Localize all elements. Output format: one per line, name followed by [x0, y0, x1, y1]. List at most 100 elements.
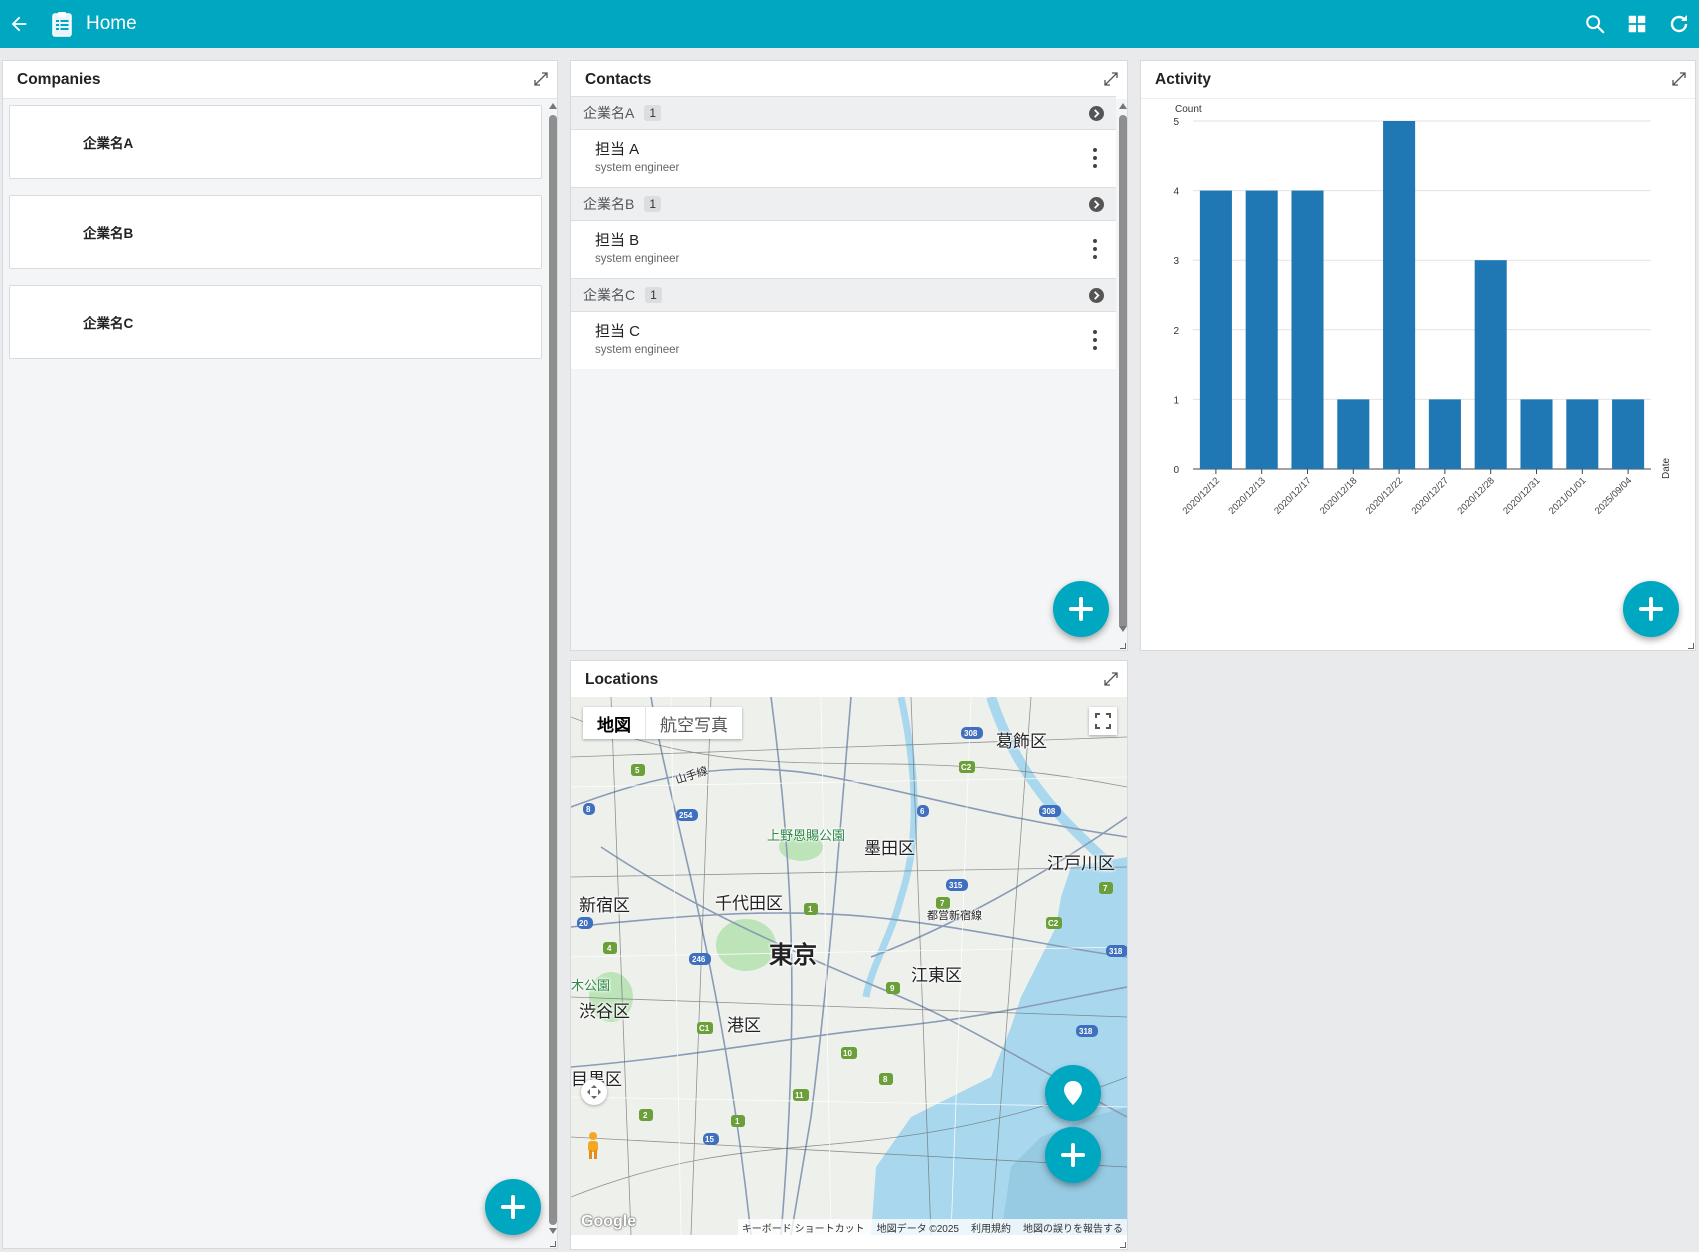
back-button[interactable] — [4, 9, 34, 39]
contact-name: 担当 A — [595, 141, 640, 158]
refresh-button[interactable] — [1665, 10, 1693, 38]
chevron-right-icon[interactable] — [1089, 197, 1104, 212]
group-header[interactable]: 企業名B 1 — [571, 187, 1116, 221]
expand-icon[interactable] — [1671, 71, 1687, 87]
fullscreen-button[interactable] — [1089, 707, 1117, 735]
company-card[interactable]: 企業名C — [9, 285, 542, 359]
group-count-badge: 1 — [645, 287, 662, 303]
locations-panel: Locations 308 308 315 318 318 254 246 5 … — [570, 660, 1128, 1250]
keyboard-shortcuts-link[interactable]: キーボード ショートカット — [742, 1220, 865, 1235]
report-error-link[interactable]: 地図の誤りを報告する — [1023, 1220, 1123, 1235]
svg-text:308: 308 — [1042, 807, 1056, 816]
more-vert-icon[interactable] — [1092, 148, 1098, 168]
more-vert-icon[interactable] — [1092, 239, 1098, 259]
more-vert-icon[interactable] — [1092, 330, 1098, 350]
x-tick-label: 2020/12/18 — [1318, 475, 1359, 516]
svg-text:10: 10 — [843, 1049, 852, 1058]
map-footer: キーボード ショートカット 地図データ ©2025 利用規約 地図の誤りを報告す… — [737, 1219, 1127, 1235]
map-view[interactable]: 308 308 315 318 318 254 246 5 4 1 7 7 9 … — [571, 697, 1127, 1235]
svg-text:C2: C2 — [961, 763, 972, 772]
group-header[interactable]: 企業名C 1 — [571, 278, 1116, 312]
scroll-down-arrow[interactable] — [549, 1228, 557, 1234]
plus-icon — [1061, 1143, 1085, 1167]
scroll-down-arrow[interactable] — [1119, 626, 1127, 632]
dashboard-button[interactable] — [1623, 10, 1651, 38]
contacts-panel: Contacts 企業名A 1 担当 A system engineer 企業名… — [570, 60, 1128, 651]
contact-row[interactable]: 担当 B system engineer — [571, 221, 1116, 278]
svg-text:254: 254 — [679, 811, 693, 820]
resize-handle[interactable] — [550, 1241, 556, 1247]
pegman-icon[interactable] — [581, 1129, 605, 1163]
bar — [1428, 399, 1461, 469]
x-tick-label: 2020/12/12 — [1181, 475, 1222, 516]
company-card[interactable]: 企業名B — [9, 195, 542, 269]
add-contact-button[interactable] — [1053, 581, 1109, 637]
resize-handle[interactable] — [1688, 643, 1694, 649]
map-pin-icon — [1064, 1081, 1082, 1105]
contact-role: system engineer — [595, 344, 680, 356]
add-location-button[interactable] — [1045, 1127, 1101, 1183]
svg-text:315: 315 — [949, 881, 963, 890]
group-count-badge: 1 — [644, 105, 662, 121]
svg-text:20: 20 — [579, 919, 588, 928]
expand-icon[interactable] — [1103, 71, 1119, 87]
app-header: Home — [0, 0, 1699, 48]
contact-row[interactable]: 担当 C system engineer — [571, 312, 1116, 369]
y-tick-label: 2 — [1173, 326, 1179, 337]
page-title: Home — [86, 13, 137, 34]
move-arrows-icon — [587, 1085, 601, 1099]
contact-group: 企業名B 1 担当 B system engineer — [571, 187, 1116, 278]
activity-title: Activity — [1141, 61, 1695, 99]
svg-text:C1: C1 — [699, 1024, 710, 1033]
map-canvas: 308 308 315 318 318 254 246 5 4 1 7 7 9 … — [571, 697, 1127, 1235]
company-card[interactable]: 企業名A — [9, 105, 542, 179]
scroll-up-arrow[interactable] — [549, 103, 557, 109]
svg-text:318: 318 — [1109, 947, 1123, 956]
expand-icon[interactable] — [1103, 671, 1119, 687]
search-button[interactable] — [1581, 10, 1609, 38]
add-activity-button[interactable] — [1623, 581, 1679, 637]
tab-map[interactable]: 地図 — [583, 707, 646, 739]
scroll-up-arrow[interactable] — [1119, 103, 1127, 109]
svg-text:8: 8 — [586, 805, 591, 814]
map-label-chiyoda: 千代田区 — [715, 894, 783, 913]
map-type-tabs: 地図 航空写真 — [583, 707, 742, 739]
x-tick-label: 2020/12/22 — [1364, 475, 1405, 516]
add-company-button[interactable] — [485, 1179, 541, 1235]
svg-text:8: 8 — [883, 1075, 888, 1084]
resize-handle[interactable] — [1120, 1242, 1126, 1248]
pin-location-button[interactable] — [1045, 1065, 1101, 1121]
terms-link[interactable]: 利用規約 — [971, 1220, 1011, 1235]
bar — [1291, 190, 1324, 469]
map-label-toei: 都営新宿線 — [927, 910, 982, 922]
scrollbar-thumb[interactable] — [549, 115, 557, 1225]
locations-title: Locations — [585, 671, 659, 688]
map-label-shibuya: 渋谷区 — [579, 1002, 630, 1021]
scrollbar-thumb[interactable] — [1119, 115, 1127, 629]
svg-text:246: 246 — [692, 955, 706, 964]
map-camera-control[interactable] — [581, 1079, 607, 1105]
activity-panel: Activity 0 1 2 3 4 5 Count Date 2020/12/12 2020/1… — [1140, 60, 1696, 651]
tab-satellite[interactable]: 航空写真 — [646, 707, 742, 739]
chevron-right-icon[interactable] — [1089, 106, 1104, 121]
contact-row[interactable]: 担当 A system engineer — [571, 130, 1116, 187]
svg-text:7: 7 — [1103, 884, 1108, 893]
svg-text:318: 318 — [1079, 1027, 1093, 1036]
contact-group: 企業名A 1 担当 A system engineer — [571, 96, 1116, 187]
expand-icon[interactable] — [533, 71, 549, 87]
y-tick-label: 3 — [1173, 256, 1179, 267]
svg-text:5: 5 — [635, 766, 640, 775]
activity-bar-chart: 012345CountDate2020/12/12 2020/12/13 2020/… — [1173, 104, 1672, 517]
resize-handle[interactable] — [1120, 643, 1126, 649]
contact-group: 企業名C 1 担当 C system engineer — [571, 278, 1116, 369]
x-tick-label: 2020/12/27 — [1410, 475, 1451, 516]
bar — [1566, 399, 1599, 469]
y-tick-label: 0 — [1173, 465, 1179, 476]
chevron-right-icon[interactable] — [1089, 288, 1104, 303]
group-header[interactable]: 企業名A 1 — [571, 96, 1116, 130]
map-label-katsushika: 葛飾区 — [996, 732, 1047, 751]
bar — [1245, 190, 1278, 469]
group-company: 企業名C — [583, 287, 636, 303]
map-label-koto: 江東区 — [911, 966, 962, 985]
fullscreen-icon — [1095, 713, 1111, 729]
